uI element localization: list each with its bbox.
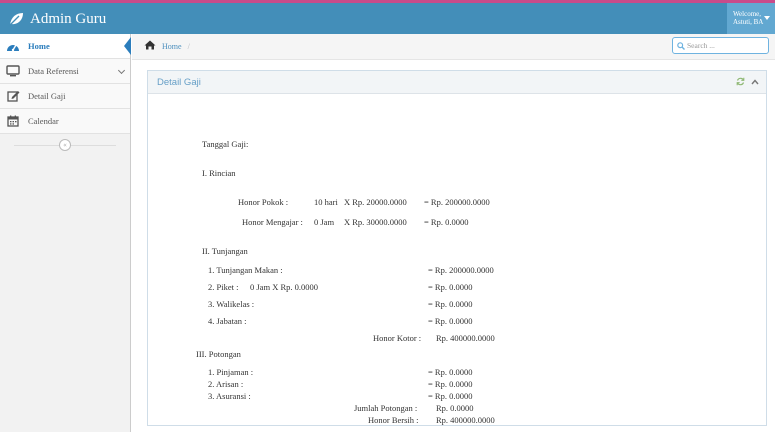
tunjangan-makan-label: 1. Tunjangan Makan :: [208, 265, 283, 275]
honor-bersih-label: Honor Bersih :: [368, 415, 419, 425]
jabatan-label: 4. Jabatan :: [208, 316, 247, 326]
section-potongan: III. Potongan: [196, 349, 241, 359]
honor-kotor-label: Honor Kotor :: [373, 333, 422, 343]
widget-header: Detail Gaji: [148, 71, 766, 94]
widget-title: Detail Gaji: [157, 77, 201, 88]
sidebar-item-label: Detail Gaji: [28, 91, 66, 101]
search-box[interactable]: Search ...: [672, 37, 769, 54]
pinjaman-total: = Rp. 0.0000: [428, 367, 473, 377]
honor-bersih-value: Rp. 400000.0000: [436, 415, 495, 425]
honor-pokok-label: Honor Pokok :: [238, 197, 289, 207]
jabatan-total: = Rp. 0.0000: [428, 316, 473, 326]
detail-gaji-widget: Detail Gaji Tanggal Gaji: I. Rincian Hon…: [147, 70, 767, 426]
double-chevron-left-icon: «: [63, 141, 67, 149]
jumlah-potongan-label: Jumlah Potongan :: [354, 403, 418, 413]
tanggal-gaji-label: Tanggal Gaji:: [202, 139, 249, 149]
breadcrumbs-bar: Home / Search ...: [132, 34, 775, 60]
pinjaman-label: 1. Pinjaman :: [208, 367, 254, 377]
jumlah-potongan-value: Rp. 0.0000: [436, 403, 474, 413]
honor-mengajar-label: Honor Mengajar :: [242, 217, 303, 227]
piket-label: 2. Piket :: [208, 282, 239, 292]
sidebar-item-label: Home: [28, 41, 50, 51]
section-rincian: I. Rincian: [202, 168, 236, 178]
breadcrumb: Home /: [144, 40, 190, 52]
honor-mengajar-total: = Rp. 0.0000: [424, 217, 469, 227]
widget-tools: [736, 77, 759, 86]
sidebar: Home Data Referensi Detail Gaji Calendar…: [0, 34, 131, 432]
chevron-down-icon: [117, 66, 126, 75]
honor-mengajar-rate: X Rp. 30000.0000: [344, 217, 407, 227]
section-tunjangan: II. Tunjangan: [202, 246, 248, 256]
active-indicator: [124, 37, 131, 55]
tachometer-icon: [6, 40, 20, 52]
search-icon: [677, 42, 685, 50]
sidebar-item-label: Data Referensi: [28, 66, 79, 76]
breadcrumb-home[interactable]: Home: [162, 42, 182, 51]
honor-pokok-qty: 10 hari: [314, 197, 338, 207]
leaf-icon: [8, 13, 23, 27]
sidebar-item-label: Calendar: [28, 116, 59, 126]
collapse-sidebar-button[interactable]: «: [59, 139, 71, 151]
navbar: Admin Guru Welcome, Astuti, BA: [0, 3, 775, 34]
tunjangan-makan-total: = Rp. 200000.0000: [428, 265, 494, 275]
honor-kotor-value: Rp. 400000.0000: [436, 333, 495, 343]
arisan-label: 2. Arisan :: [208, 379, 244, 389]
sidebar-item-home[interactable]: Home: [0, 34, 131, 59]
brand[interactable]: Admin Guru: [8, 7, 106, 31]
walikelas-total: = Rp. 0.0000: [428, 299, 473, 309]
breadcrumb-separator: /: [187, 41, 190, 51]
edit-icon: [6, 90, 20, 102]
sidebar-collapse: «: [0, 134, 130, 156]
caret-down-icon: [764, 16, 770, 20]
piket-total: = Rp. 0.0000: [428, 282, 473, 292]
honor-mengajar-qty: 0 Jam: [314, 217, 335, 227]
monitor-icon: [6, 65, 20, 77]
chevron-up-icon[interactable]: [751, 78, 759, 85]
arisan-total: = Rp. 0.0000: [428, 379, 473, 389]
sidebar-item-calendar[interactable]: Calendar: [0, 109, 130, 134]
brand-title: Admin Guru: [30, 10, 107, 27]
honor-pokok-total: = Rp. 200000.0000: [424, 197, 490, 207]
piket-extra: 0 Jam X Rp. 0.0000: [250, 282, 318, 292]
calendar-icon: [6, 115, 20, 127]
asuransi-label: 3. Asuransi :: [208, 391, 251, 401]
refresh-icon[interactable]: [736, 77, 745, 86]
asuransi-total: = Rp. 0.0000: [428, 391, 473, 401]
honor-pokok-rate: X Rp. 20000.0000: [344, 197, 407, 207]
walikelas-label: 3. Walikelas :: [208, 299, 255, 309]
sidebar-item-data-referensi[interactable]: Data Referensi: [0, 59, 130, 84]
home-icon: [144, 40, 156, 52]
search-placeholder: Search ...: [687, 41, 715, 50]
user-menu[interactable]: Welcome, Astuti, BA: [727, 3, 775, 34]
sidebar-item-detail-gaji[interactable]: Detail Gaji: [0, 84, 130, 109]
